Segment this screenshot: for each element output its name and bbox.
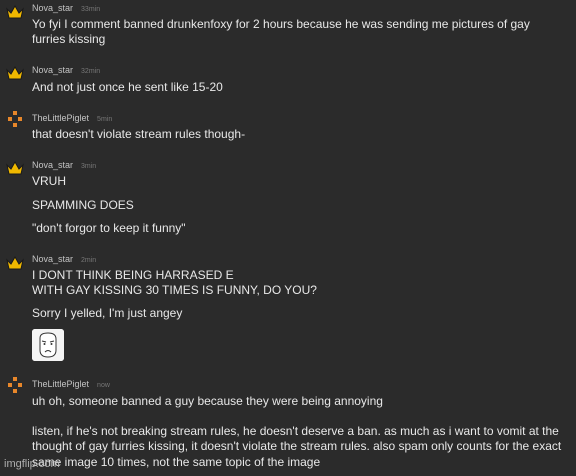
message-text: furries kissing <box>32 32 106 46</box>
message-text: that doesn't violate stream rules though… <box>32 127 246 141</box>
crown-icon[interactable] <box>6 4 24 21</box>
message-text: "don't forgor to keep it funny" <box>32 221 186 235</box>
message-text: same image 10 times, not the same topic … <box>32 455 321 469</box>
username[interactable]: Nova_star <box>32 254 73 264</box>
message-text: listen, if he's not breaking stream rule… <box>32 424 559 438</box>
timestamp: 5min <box>97 116 113 123</box>
username[interactable]: TheLittlePiglet <box>32 113 89 123</box>
message-text: I DONT THINK BEING HARRASED E <box>32 268 234 282</box>
timestamp: now <box>97 382 110 389</box>
message-text: VRUH <box>32 174 67 188</box>
pixel-flower-icon[interactable] <box>6 376 24 393</box>
message-text: Sorry I yelled, I'm just angey <box>32 306 183 320</box>
message-text: SPAMMING DOES <box>32 198 134 212</box>
message-text: thought of gay furries kissing, it doesn… <box>32 439 562 453</box>
imgflip-watermark: imgflip.com <box>4 458 60 470</box>
timestamp: 33min <box>81 6 101 13</box>
crown-icon[interactable] <box>6 255 24 272</box>
username[interactable]: Nova_star <box>32 3 73 13</box>
timestamp: 3min <box>81 163 97 170</box>
message-text: Yo fyi I comment banned drunkenfoxy for … <box>32 17 530 31</box>
message-text: WITH GAY KISSING 30 TIMES IS FUNNY, DO Y… <box>32 283 317 297</box>
timestamp: 2min <box>81 257 97 264</box>
username[interactable]: TheLittlePiglet <box>32 379 89 389</box>
message-text: And not just once he sent like 15-20 <box>32 80 223 94</box>
crown-icon[interactable] <box>6 160 24 177</box>
message-text: uh oh, someone banned a guy because they… <box>32 394 383 408</box>
pixel-flower-icon[interactable] <box>6 110 24 127</box>
crown-icon[interactable] <box>6 65 24 82</box>
sad-face-sticker[interactable] <box>32 329 64 361</box>
timestamp: 32min <box>81 68 101 75</box>
username[interactable]: Nova_star <box>32 160 73 170</box>
username[interactable]: Nova_star <box>32 65 73 75</box>
